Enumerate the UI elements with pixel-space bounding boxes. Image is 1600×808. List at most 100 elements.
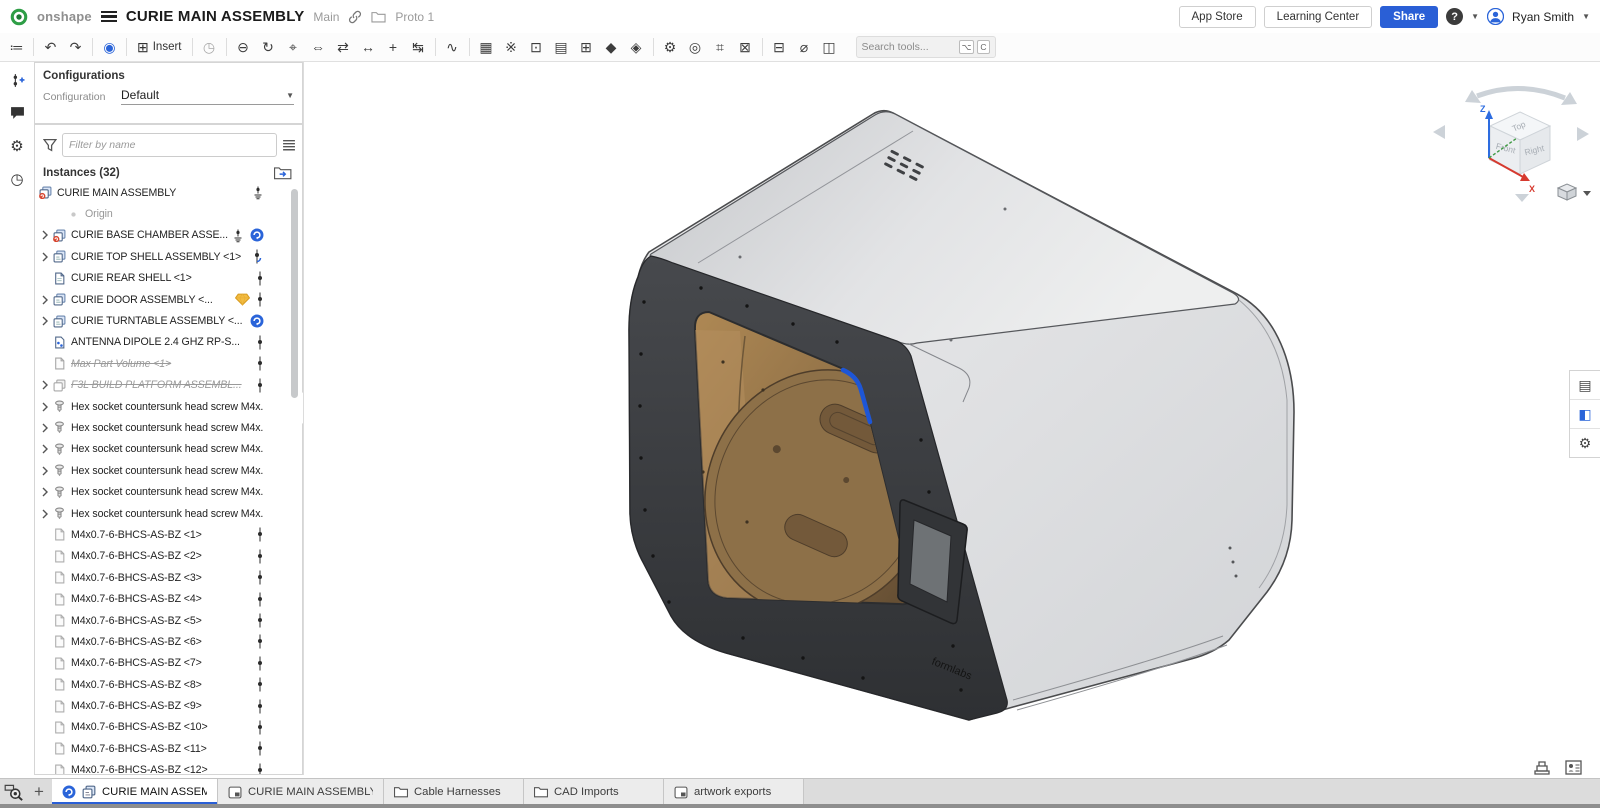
expand-caret-icon[interactable]	[38, 466, 52, 476]
instance-row[interactable]: M4x0.7-6-BHCS-AS-BZ <7>	[35, 653, 302, 674]
instance-row[interactable]: M4x0.7-6-BHCS-AS-BZ <11>	[35, 738, 302, 759]
tool-mate-relation-icon[interactable]: ※	[499, 36, 524, 58]
tool-mate-connector-icon[interactable]: ∿	[440, 36, 465, 58]
tool-section-view-icon[interactable]: ⊟	[767, 36, 792, 58]
instance-row[interactable]: M4x0.7-6-BHCS-AS-BZ <6>	[35, 631, 302, 652]
search-tools-field[interactable]: Search tools...⌥C	[856, 36, 996, 58]
instance-row[interactable]: M4x0.7-6-BHCS-AS-BZ <9>	[35, 695, 302, 716]
expand-caret-icon[interactable]	[38, 444, 52, 454]
expand-caret-icon[interactable]	[38, 402, 52, 412]
mate-connector-rail-icon[interactable]	[7, 70, 27, 90]
instance-row[interactable]: M4x0.7-6-BHCS-AS-BZ <4>	[35, 588, 302, 609]
view-cube[interactable]: Top Front Right Z X	[1425, 82, 1595, 212]
tool-redo-icon[interactable]: ↷	[63, 36, 88, 58]
insert-button[interactable]: ⊞Insert	[131, 39, 188, 56]
tool-display-states-icon[interactable]: ⚙	[658, 36, 683, 58]
id-card-icon[interactable]	[1565, 760, 1582, 775]
tool-pin-slot-mate-icon[interactable]: +	[381, 36, 406, 58]
tool-bom-table-icon[interactable]: ▤	[549, 36, 574, 58]
configurations-icon[interactable]: ⚙	[7, 136, 27, 156]
help-icon[interactable]: ?	[1446, 8, 1463, 25]
filter-icon[interactable]	[43, 138, 57, 152]
instance-row[interactable]: Origin	[35, 203, 302, 224]
expand-caret-icon[interactable]	[38, 423, 52, 433]
tool-undo-icon[interactable]: ↶	[38, 36, 63, 58]
expand-caret-icon[interactable]	[38, 509, 52, 519]
tool-planar-mate-icon[interactable]: ⇄	[331, 36, 356, 58]
instance-row[interactable]: CURIE REAR SHELL <1>	[35, 268, 302, 289]
help-caret-icon[interactable]: ▼	[1471, 12, 1479, 21]
tool-history-icon[interactable]: ◷	[197, 36, 222, 58]
tool-assembly-feature-list-icon[interactable]: ≔	[4, 36, 29, 58]
document-tab[interactable]: Cable Harnesses	[384, 779, 524, 805]
add-tab-button[interactable]: +	[26, 779, 52, 805]
tool-mass-properties-icon[interactable]: ◫	[817, 36, 842, 58]
learning-center-button[interactable]: Learning Center	[1264, 6, 1372, 28]
main-menu-icon[interactable]	[101, 8, 117, 25]
printer-icon[interactable]	[1533, 760, 1551, 775]
instance-row[interactable]: CURIE DOOR ASSEMBLY <...	[35, 289, 302, 310]
bom-table-button[interactable]: ▤	[1570, 371, 1600, 400]
project-name[interactable]: Proto 1	[395, 10, 434, 24]
expand-caret-icon[interactable]	[38, 295, 52, 305]
display-states-button[interactable]: ◧	[1570, 400, 1600, 429]
instance-row[interactable]: Hex socket countersunk head screw M4x...	[35, 481, 302, 502]
tool-interference-icon[interactable]: ⌗	[708, 36, 733, 58]
instance-row[interactable]: M4x0.7-6-BHCS-AS-BZ <5>	[35, 610, 302, 631]
expand-caret-icon[interactable]	[38, 230, 52, 240]
view-settings-button[interactable]	[1558, 184, 1591, 200]
tool-clearance-icon[interactable]: ⊠	[733, 36, 758, 58]
rotate-left-arrow-icon[interactable]	[1433, 125, 1445, 139]
instance-row[interactable]: CURIE TURNTABLE ASSEMBLY <...	[35, 310, 302, 331]
instance-row[interactable]: M4x0.7-6-BHCS-AS-BZ <1>	[35, 524, 302, 545]
list-scrollbar[interactable]	[291, 189, 298, 398]
list-options-icon[interactable]	[282, 139, 296, 151]
configuration-select[interactable]: Default ▼	[121, 88, 294, 105]
instance-row[interactable]: F3L BUILD PLATFORM ASSEMBL...	[35, 375, 302, 396]
instance-row[interactable]: M4x0.7-6-BHCS-AS-BZ <12>	[35, 760, 302, 775]
tool-drive-mate-icon[interactable]: ◎	[683, 36, 708, 58]
tool-mate-icon[interactable]: ⊖	[231, 36, 256, 58]
share-button[interactable]: Share	[1380, 6, 1438, 28]
tool-named-positions-icon[interactable]: ◈	[624, 36, 649, 58]
tool-snap-mode-icon[interactable]: ⊡	[524, 36, 549, 58]
instance-row[interactable]: M4x0.7-6-BHCS-AS-BZ <3>	[35, 567, 302, 588]
app-store-button[interactable]: App Store	[1179, 6, 1256, 28]
tool-orbit-mode-icon[interactable]: ◉	[97, 36, 122, 58]
instance-row[interactable]: M4x0.7-6-BHCS-AS-BZ <10>	[35, 717, 302, 738]
instance-row[interactable]: Hex socket countersunk head screw M4x...	[35, 417, 302, 438]
tool-revolute-mate-icon[interactable]: ⌖	[281, 36, 306, 58]
link-icon[interactable]	[348, 10, 362, 24]
document-tab[interactable]: CURIE MAIN ASSEMBLY	[218, 779, 384, 805]
user-name[interactable]: Ryan Smith	[1512, 10, 1574, 24]
instance-row[interactable]: Max Part Volume <1>	[35, 353, 302, 374]
instance-row[interactable]: Hex socket countersunk head screw M4x...	[35, 439, 302, 460]
document-tab[interactable]: artwork exports	[664, 779, 804, 805]
filter-input[interactable]	[62, 133, 277, 157]
instance-row[interactable]: CURIE BASE CHAMBER ASSE...	[35, 225, 302, 246]
workspace-name[interactable]: Main	[313, 10, 339, 24]
insert-folder-icon[interactable]	[274, 166, 292, 180]
user-avatar[interactable]	[1487, 8, 1504, 25]
tool-parallel-mate-icon[interactable]: ↹	[406, 36, 431, 58]
tool-slider-mate-icon[interactable]: ⇔	[306, 36, 331, 58]
document-tab[interactable]: CAD Imports	[524, 779, 664, 805]
tool-cylindrical-mate-icon[interactable]: ↔	[356, 36, 381, 58]
tool-pattern-icon[interactable]: ⊞	[574, 36, 599, 58]
versions-history-icon[interactable]: ◷	[7, 169, 27, 189]
rotate-arrows-icon[interactable]	[1477, 88, 1565, 98]
tool-group-icon[interactable]: ▦	[474, 36, 499, 58]
instance-row[interactable]: Hex socket countersunk head screw M4x...	[35, 460, 302, 481]
instance-row[interactable]: Hex socket countersunk head screw M4x...	[35, 503, 302, 524]
document-tab[interactable]: CURIE MAIN ASSEM...	[52, 779, 218, 805]
instance-row[interactable]: M4x0.7-6-BHCS-AS-BZ <8>	[35, 674, 302, 695]
instance-row[interactable]: Hex socket countersunk head screw M4x...	[35, 396, 302, 417]
instance-row[interactable]: M4x0.7-6-BHCS-AS-BZ <2>	[35, 546, 302, 567]
tool-measure-icon[interactable]: ⌀	[792, 36, 817, 58]
tool-fastened-mate-icon[interactable]: ↻	[256, 36, 281, 58]
expand-caret-icon[interactable]	[38, 487, 52, 497]
tool-explode-view-icon[interactable]: ◆	[599, 36, 624, 58]
3d-viewport[interactable]: formlabs	[303, 62, 1600, 775]
instance-row[interactable]: ANTENNA DIPOLE 2.4 GHZ RP-S...	[35, 332, 302, 353]
search-tabs-button[interactable]	[0, 779, 26, 805]
